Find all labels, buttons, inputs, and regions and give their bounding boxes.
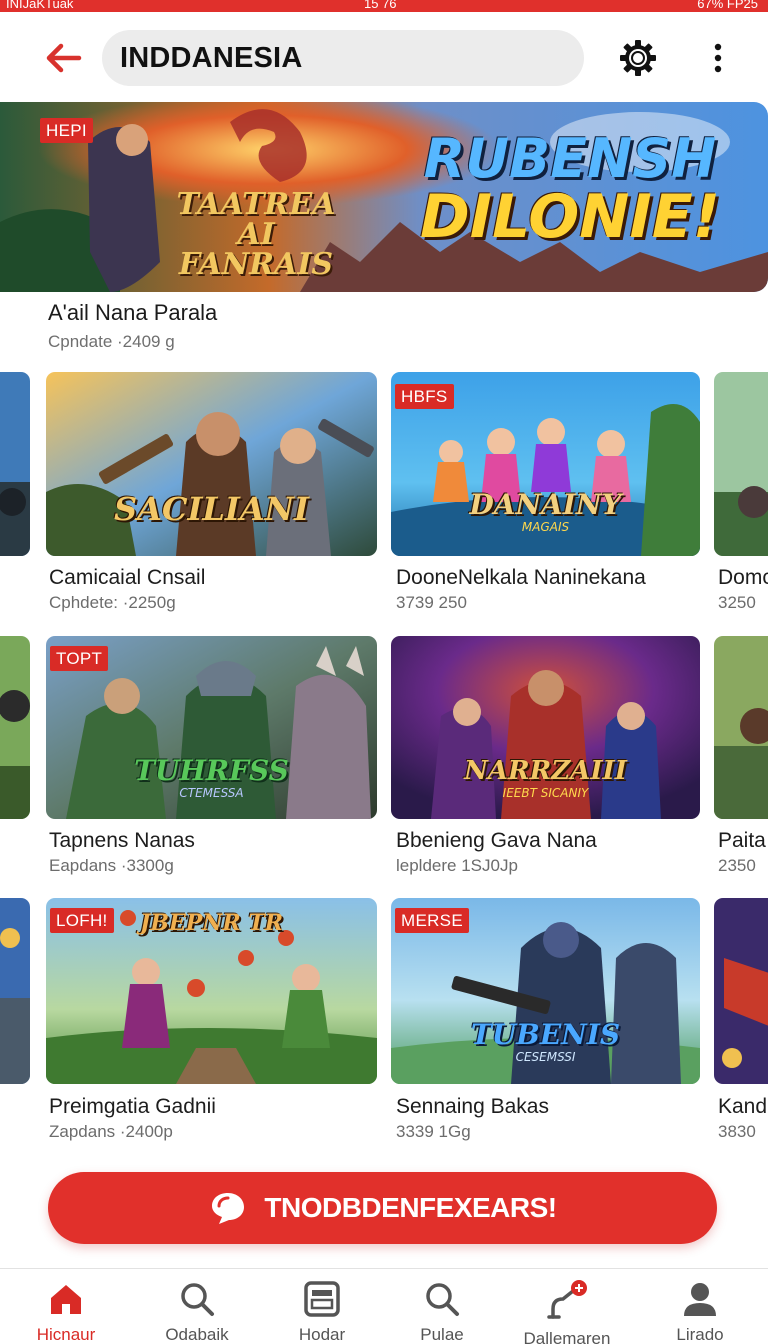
nav-item-label: Hodar: [298, 1325, 346, 1344]
game-card-meta: Zapdans ·2400p: [49, 1122, 173, 1141]
game-card-art-title: NARRZAIII: [464, 756, 627, 786]
more-vertical-icon: [714, 43, 722, 73]
nav-item-home[interactable]: Hicnaur: [6, 1279, 126, 1344]
featured-game-meta: Cpndate ·2409 g: [48, 332, 175, 351]
settings-button[interactable]: [616, 36, 660, 80]
game-card[interactable]: HBFS DANAINY MAGAIS: [391, 372, 700, 556]
primary-cta-button[interactable]: TNODBDENFEXEARS!: [48, 1172, 717, 1244]
game-card-art: [714, 372, 768, 556]
game-card-meta: 3339 1Gg: [396, 1122, 471, 1141]
game-card-meta: lepldere 1SJ0Jp: [396, 856, 518, 875]
game-card-meta: Cphdete: ·2250g: [49, 593, 176, 612]
game-card-meta: Eapdans ·3300g: [49, 856, 174, 875]
faucet-notification-icon: [545, 1279, 589, 1323]
status-bar: INIJaKTuak 15 76 67% FP25: [0, 0, 768, 12]
nav-item-library[interactable]: Hodar: [262, 1279, 382, 1344]
nav-item-label: Hicnaur: [36, 1325, 96, 1344]
game-card-art: [0, 898, 30, 1084]
nav-item-notifications[interactable]: Dallemaren: [507, 1279, 627, 1344]
primary-cta-label: TNODBDENFEXEARS!: [264, 1192, 557, 1223]
window-icon: [300, 1279, 344, 1319]
featured-art-title-line1: RUBENSH: [423, 127, 717, 190]
game-card-title[interactable]: Bbenieng Gava Nana: [396, 829, 597, 853]
game-card-partial-right[interactable]: [714, 372, 768, 556]
game-card-title[interactable]: Kandi: [718, 1095, 768, 1119]
featured-info: A'ail Nana Parala Cpndate ·2409 g: [48, 300, 217, 352]
game-card-partial-left[interactable]: [0, 372, 30, 556]
gear-icon: [620, 40, 656, 76]
game-card-partial-left[interactable]: [0, 636, 30, 819]
game-card-meta: 3739 250: [396, 593, 467, 612]
app-bar: INDDANESIA: [0, 12, 768, 102]
game-card-art: [0, 636, 30, 819]
featured-art-title-left: TAATREA AI FANRAIS: [176, 187, 336, 282]
more-options-button[interactable]: [700, 38, 736, 78]
game-card-badge: HBFS: [395, 384, 454, 409]
nav-item-label: Lirado: [676, 1325, 724, 1344]
game-card-title[interactable]: Tapnens Nanas: [49, 829, 195, 853]
game-card-art-title: DANAINY: [469, 488, 622, 521]
game-card-art-title: TUBENIS: [470, 1018, 621, 1051]
status-left-text: INIJaKTuak: [6, 0, 74, 11]
featured-banner[interactable]: HEPI TAATREA AI FANRAIS RUBENSH DILONIE!: [0, 102, 768, 292]
game-card-art-subtitle: CESEMSSI: [515, 1050, 576, 1064]
game-card-meta: 3830: [718, 1122, 756, 1141]
nav-item-label: Dallemaren: [523, 1329, 611, 1344]
back-button[interactable]: [40, 38, 86, 78]
game-card-art: [46, 372, 377, 556]
game-card[interactable]: MERSE TUBENIS CESEMSSI: [391, 898, 700, 1084]
featured-art-title-right: RUBENSH DILONIE!: [420, 127, 720, 248]
status-clock: 15 76: [364, 0, 397, 11]
game-card-title[interactable]: Preimgatia Gadnii: [49, 1095, 216, 1119]
arrow-left-icon: [46, 43, 82, 73]
game-card-art-title: SACILIANI: [114, 490, 309, 528]
game-card-art-subtitle: CTEMESSA: [179, 786, 244, 800]
nav-item-label: Odabaik: [165, 1325, 229, 1344]
nav-item-label: Pulae: [420, 1325, 464, 1344]
game-card-meta: 2350: [718, 856, 756, 875]
search-input[interactable]: INDDANESIA: [102, 30, 584, 86]
bottom-navigation: Hicnaur Odabaik Hodar Pulae Dallemaren L…: [0, 1268, 768, 1344]
game-card-title[interactable]: Paita: [718, 829, 766, 853]
home-icon: [44, 1279, 88, 1319]
game-card-art: [714, 898, 768, 1084]
nav-item-search[interactable]: Odabaik: [137, 1279, 257, 1344]
game-card-partial-right[interactable]: [714, 636, 768, 819]
game-card-title[interactable]: Domc: [718, 566, 768, 590]
game-card[interactable]: TOPT TUHRFSS CTEMESSA: [46, 636, 377, 819]
nav-item-explore[interactable]: Pulae: [382, 1279, 502, 1344]
nav-item-profile[interactable]: Lirado: [640, 1279, 760, 1344]
game-card-title[interactable]: Sennaing Bakas: [396, 1095, 549, 1119]
game-card-badge: TOPT: [50, 646, 109, 671]
profile-icon: [678, 1279, 722, 1319]
game-card-art-subtitle: MAGAIS: [521, 520, 570, 534]
status-right-text: 67% FP25: [697, 0, 758, 11]
game-card[interactable]: LOFH! JBEPNR TR: [46, 898, 377, 1084]
game-card-art: [714, 636, 768, 819]
game-card-art: [0, 372, 30, 556]
featured-art-title-line2: DILONIE!: [420, 182, 721, 252]
game-card-art-title: TUHRFSS: [134, 754, 289, 787]
game-card-art-title: JBEPNR TR: [139, 910, 284, 936]
game-card[interactable]: SACILIANI: [46, 372, 377, 556]
game-card[interactable]: NARRZAIII IEEBT SICANIY: [391, 636, 700, 819]
chat-bubble-icon: [208, 1188, 248, 1228]
search-input-value: INDDANESIA: [120, 41, 303, 74]
game-card-partial-left[interactable]: [0, 898, 30, 1084]
game-card-badge: LOFH!: [50, 908, 114, 933]
featured-game-title[interactable]: A'ail Nana Parala: [48, 300, 217, 326]
game-card-art-subtitle: IEEBT SICANIY: [502, 786, 589, 800]
game-card-title[interactable]: Camicaial Cnsail: [49, 566, 205, 590]
game-card-meta: 3250: [718, 593, 756, 612]
featured-badge: HEPI: [40, 118, 93, 143]
game-card-title[interactable]: DooneNelkala Naninekana: [396, 566, 646, 590]
search-icon: [175, 1279, 219, 1319]
game-card-partial-right[interactable]: [714, 898, 768, 1084]
search-icon: [420, 1279, 464, 1319]
game-card-badge: MERSE: [395, 908, 469, 933]
